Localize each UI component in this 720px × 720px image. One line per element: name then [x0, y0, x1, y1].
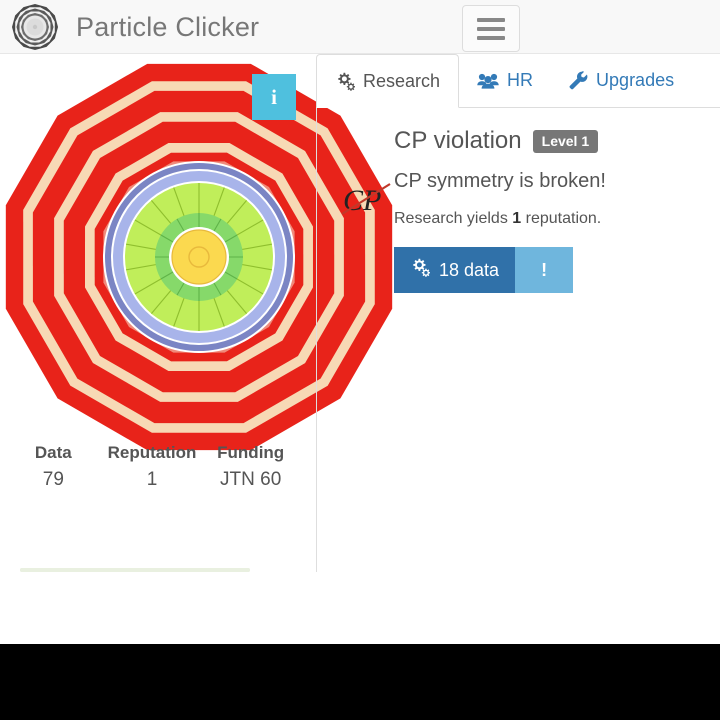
brand[interactable]: Particle Clicker [10, 2, 259, 52]
tab-label: HR [507, 70, 534, 90]
stat-value: 1 [146, 469, 158, 490]
detector-progress-fill [20, 568, 250, 572]
research-buy-group: 18 data ! [394, 247, 720, 293]
research-title-row: CP violation Level 1 [394, 126, 720, 156]
gears-icon [335, 72, 355, 91]
cp-violation-icon: CP [340, 178, 400, 222]
research-yield-prefix: Research yields [394, 210, 508, 227]
stat-label: Reputation [107, 443, 197, 462]
gears-icon [410, 258, 431, 282]
research-buy-label: 18 data [439, 259, 500, 280]
research-alert-button[interactable]: ! [515, 247, 574, 293]
research-alert-label: ! [541, 259, 548, 280]
app-root: i Data 79 Reputation 1 Funding JTN 60 Re… [0, 0, 720, 720]
research-description: CP symmetry is broken! [394, 170, 606, 192]
right-panel: Research HR Upgrades CP violation Level … [316, 54, 720, 293]
wrench-icon [569, 71, 588, 90]
stat-funding: Funding JTN 60 [201, 440, 300, 494]
stat-label: Funding [217, 443, 285, 462]
research-yield-suffix: reputation. [525, 210, 602, 227]
users-icon [477, 72, 499, 89]
level-badge: Level 1 [532, 129, 599, 153]
tab-research[interactable]: Research [316, 54, 460, 108]
stat-data: Data 79 [4, 440, 103, 494]
detector-progress-bar [20, 568, 250, 572]
detector-logo-icon [12, 4, 58, 50]
detector-info-button[interactable]: i [252, 74, 296, 120]
system-navigation-bar [0, 644, 720, 720]
tab-upgrades[interactable]: Upgrades [551, 54, 692, 107]
info-icon: i [271, 84, 277, 109]
research-yield: Research yields 1 reputation. [394, 209, 720, 229]
stats-panel: Data 79 Reputation 1 Funding JTN 60 [0, 440, 316, 572]
hamburger-bar [477, 35, 505, 40]
research-yield-value: 1 [512, 210, 522, 227]
stats-row: Data 79 Reputation 1 Funding JTN 60 [4, 440, 300, 494]
stat-reputation: Reputation 1 [103, 440, 202, 494]
stat-value: JTN 60 [220, 469, 282, 490]
research-title: CP violation [394, 127, 522, 154]
hamburger-bar [477, 17, 505, 22]
research-item: CP CP violation Level 1 CP symmetry is b… [316, 108, 720, 293]
tab-label: Upgrades [596, 70, 675, 90]
tab-label: Research [363, 70, 441, 91]
stat-label: Data [34, 443, 72, 462]
tab-hr[interactable]: HR [459, 54, 551, 107]
tab-bar: Research HR Upgrades [316, 54, 720, 108]
app-header: Particle Clicker [0, 0, 720, 54]
hamburger-menu-icon[interactable] [462, 5, 520, 52]
page-title: Particle Clicker [76, 11, 260, 42]
stat-value: 79 [42, 469, 64, 490]
research-buy-button[interactable]: 18 data [394, 247, 516, 293]
hamburger-bar [477, 26, 505, 31]
